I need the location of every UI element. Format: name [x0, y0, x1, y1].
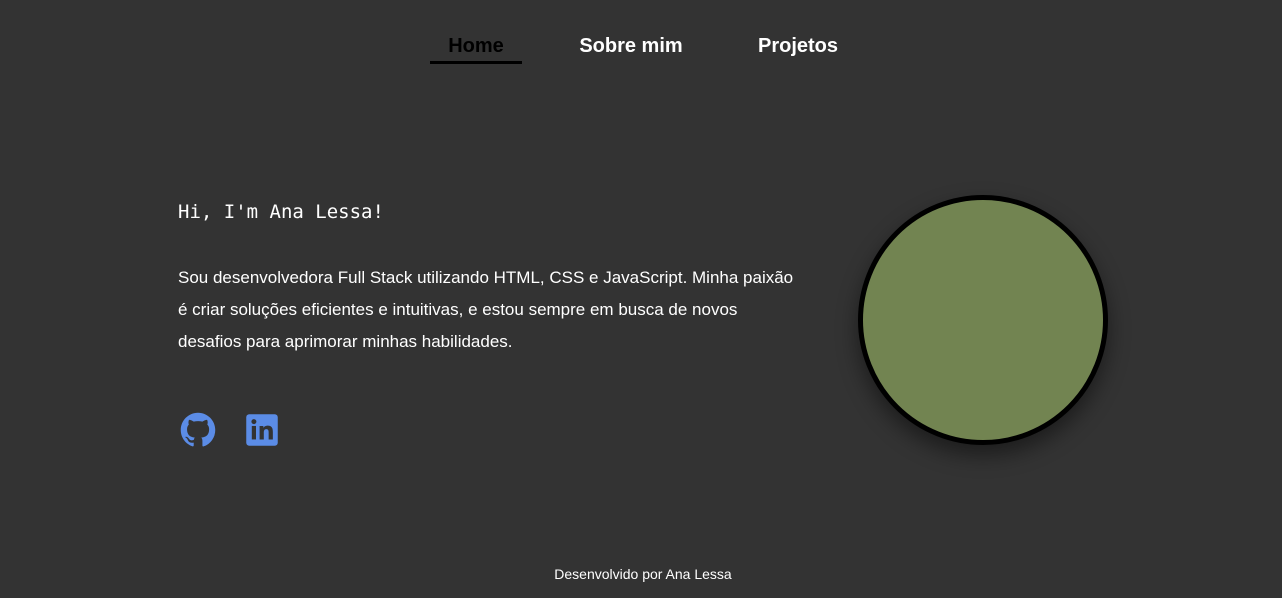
github-link[interactable]: [180, 412, 216, 448]
nav-item-sobre-mim[interactable]: Sobre mim: [570, 32, 692, 64]
nav-item-projetos[interactable]: Projetos: [748, 32, 848, 64]
nav-item-home[interactable]: Home: [430, 32, 522, 64]
profile-avatar: [858, 195, 1108, 445]
linkedin-link[interactable]: [244, 412, 280, 448]
github-icon: [180, 412, 216, 447]
footer-credit: Desenvolvido por Ana Lessa: [554, 566, 732, 582]
hero-greeting: Hi, I'm Ana Lessa!: [178, 201, 384, 223]
hero-intro: Sou desenvolvedora Full Stack utilizando…: [178, 268, 794, 351]
main-nav: Home Sobre mim Projetos: [0, 0, 1282, 90]
linkedin-icon: [246, 414, 278, 446]
